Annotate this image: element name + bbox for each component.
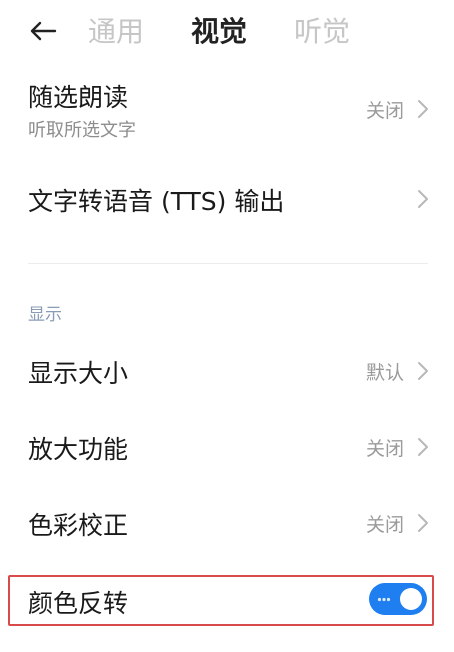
select-to-speak-row[interactable]: 随选朗读 听取所选文字 关闭 (0, 72, 454, 150)
select-to-speak-value: 关闭 (365, 100, 404, 122)
arrow-left-icon (30, 21, 57, 41)
chevron-right-icon (418, 438, 428, 456)
chevron-right-icon (418, 362, 428, 380)
display-size-value: 默认 (365, 362, 404, 384)
toggle-knob (400, 588, 422, 610)
top-bar: 通用 视觉 听觉 (0, 0, 454, 64)
tts-output-row[interactable]: 文字转语音 (TTS) 输出 (0, 168, 454, 234)
toggle-dots-icon (377, 597, 391, 602)
section-header-display: 显示 (28, 305, 62, 325)
tab-general[interactable]: 通用 (88, 13, 144, 51)
color-correction-row[interactable]: 色彩校正 关闭 (0, 492, 454, 552)
chevron-right-icon (418, 190, 428, 208)
chevron-right-icon (418, 100, 428, 118)
magnification-value: 关闭 (365, 438, 404, 460)
select-to-speak-subtitle: 听取所选文字 (28, 120, 136, 141)
section-divider (28, 263, 428, 264)
color-inversion-toggle[interactable] (369, 583, 427, 615)
select-to-speak-title: 随选朗读 (28, 83, 129, 112)
color-correction-value: 关闭 (365, 514, 404, 536)
color-correction-title: 色彩校正 (28, 511, 129, 540)
chevron-right-icon (418, 514, 428, 532)
color-inversion-title: 颜色反转 (28, 589, 129, 618)
display-size-title: 显示大小 (28, 359, 129, 388)
tts-output-title: 文字转语音 (TTS) 输出 (28, 187, 285, 216)
back-button[interactable] (26, 14, 60, 48)
magnification-title: 放大功能 (28, 435, 129, 464)
tab-hearing[interactable]: 听觉 (294, 13, 350, 51)
tab-visual[interactable]: 视觉 (191, 13, 247, 51)
magnification-row[interactable]: 放大功能 关闭 (0, 416, 454, 476)
display-size-row[interactable]: 显示大小 默认 (0, 340, 454, 400)
